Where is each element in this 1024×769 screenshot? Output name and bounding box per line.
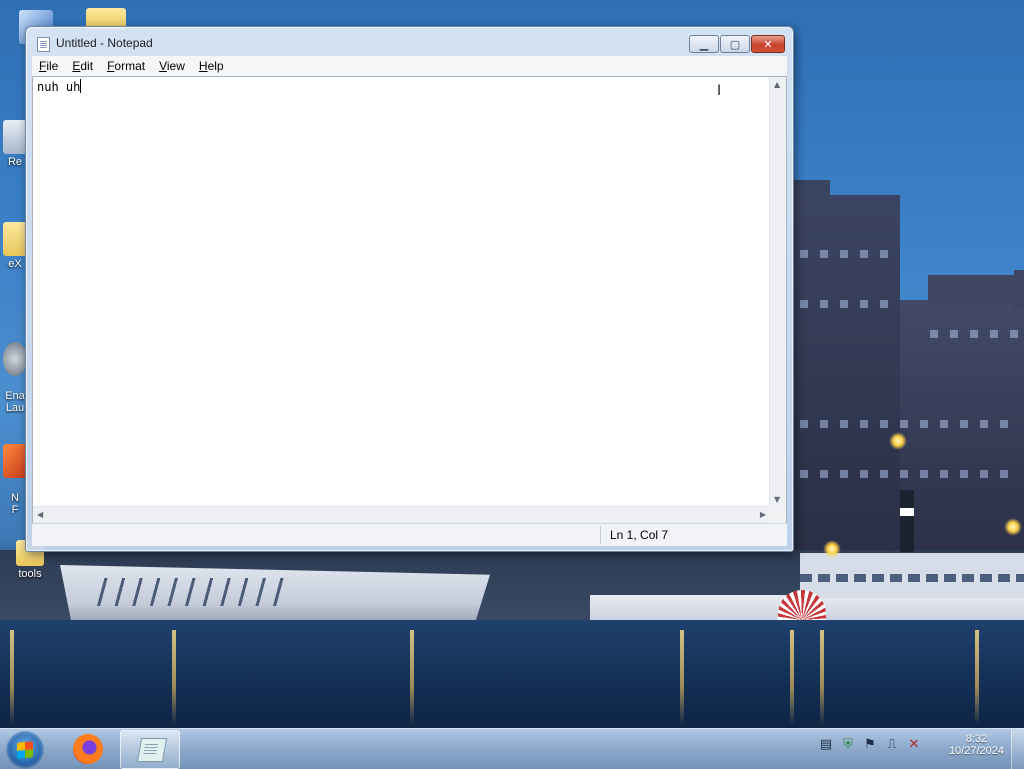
taskbar-notepad[interactable]	[120, 730, 180, 769]
menu-format[interactable]: Format	[100, 59, 152, 73]
clock[interactable]: 8:32 10/27/2024	[949, 733, 1004, 757]
wallpaper-ship-deck	[90, 578, 290, 606]
minimize-icon: ▁	[699, 37, 709, 51]
desktop-icon-label: tools	[18, 568, 42, 580]
maximize-icon: ▢	[729, 37, 741, 51]
text-caret	[80, 79, 82, 93]
ibeam-cursor-icon: I	[717, 83, 722, 99]
scroll-left-icon[interactable]: ◀	[37, 510, 43, 519]
wallpaper-chimney	[900, 490, 914, 552]
menu-help[interactable]: Help	[192, 59, 231, 73]
wallpaper-reflection	[680, 630, 684, 725]
status-bar: Ln 1, Col 7	[32, 523, 787, 546]
scroll-up-icon[interactable]: ▲	[774, 80, 780, 89]
menu-file-label: ile	[46, 59, 59, 73]
wallpaper-building	[790, 180, 900, 555]
maximize-button[interactable]: ▢	[720, 35, 750, 53]
clock-time: 8:32	[965, 733, 988, 745]
notepad-window[interactable]: Untitled - Notepad ▁ ▢ ✕ File Edit Forma…	[25, 26, 794, 552]
wallpaper-reflection	[820, 630, 824, 725]
security-shield-icon[interactable]: ⛨	[840, 737, 856, 753]
menu-view-label: iew	[166, 59, 185, 73]
minimize-button[interactable]: ▁	[689, 35, 719, 53]
network-icon[interactable]: ⎍	[884, 737, 900, 753]
show-desktop-button[interactable]	[1011, 729, 1024, 769]
wallpaper-reflection	[172, 630, 176, 725]
wallpaper-windows	[800, 470, 1010, 478]
wallpaper-water	[0, 620, 1024, 728]
vertical-scrollbar[interactable]: ▲ ▼	[769, 77, 786, 507]
window-title: Untitled - Notepad	[56, 36, 153, 50]
wallpaper-reflection	[790, 630, 794, 725]
editor-text: nuh uh	[37, 80, 81, 94]
windows-logo-icon	[17, 741, 33, 759]
scroll-right-icon[interactable]: ▶	[760, 510, 766, 519]
wallpaper-reflection	[10, 630, 14, 725]
firefox-icon	[73, 734, 103, 764]
wallpaper-reflection	[975, 630, 979, 725]
cursor-position: Ln 1, Col 7	[610, 528, 669, 542]
volume-muted-icon[interactable]: ✕	[906, 737, 922, 753]
app-icon	[3, 342, 27, 376]
close-button[interactable]: ✕	[751, 35, 785, 53]
title-bar[interactable]: Untitled - Notepad ▁ ▢ ✕	[26, 27, 793, 57]
wallpaper-windows	[930, 330, 1020, 338]
clock-date: 10/27/2024	[948, 745, 1004, 757]
recycle-bin-icon	[3, 120, 27, 154]
folder-icon	[3, 222, 27, 256]
notepad-icon	[136, 738, 168, 762]
scrollbar-corner	[770, 507, 786, 523]
menu-view[interactable]: View	[152, 59, 192, 73]
menu-help-accelerator: H	[198, 59, 208, 73]
text-editor[interactable]: nuh uh I ▲ ▼ ◀ ▶	[32, 76, 787, 524]
caption-buttons: ▁ ▢ ✕	[688, 35, 785, 53]
wallpaper-windows	[800, 250, 890, 258]
wallpaper-reflection	[410, 630, 414, 725]
document-icon[interactable]: ▤	[818, 737, 834, 753]
wallpaper-ship-windows	[800, 574, 1024, 582]
wallpaper-street-light	[889, 432, 907, 450]
wallpaper-street-light	[1004, 518, 1022, 536]
menu-edit-label: dit	[80, 59, 94, 73]
menu-bar: File Edit Format View Help	[32, 56, 787, 77]
editor-content[interactable]: nuh uh	[37, 79, 82, 94]
wallpaper-windows	[800, 300, 890, 308]
wallpaper-tower	[1014, 270, 1024, 310]
menu-view-accelerator: V	[159, 59, 167, 73]
taskbar-firefox[interactable]	[60, 730, 118, 767]
system-tray: ▤ ⛨ ⚑ ⎍ ✕	[818, 737, 922, 753]
scroll-down-icon[interactable]: ▼	[774, 495, 780, 504]
taskbar: ▤ ⛨ ⚑ ⎍ ✕ 8:32 10/27/2024	[0, 728, 1024, 769]
menu-format-label: ormat	[114, 59, 146, 73]
horizontal-scrollbar[interactable]: ◀ ▶	[33, 506, 770, 523]
start-button[interactable]	[6, 731, 44, 769]
menu-help-label: elp	[207, 59, 224, 73]
menu-file[interactable]: File	[32, 59, 65, 73]
app-icon	[3, 444, 27, 478]
wallpaper-windows	[800, 420, 1010, 428]
action-center-flag-icon[interactable]: ⚑	[862, 737, 878, 753]
status-divider	[600, 526, 601, 544]
wallpaper-street-light	[823, 540, 841, 558]
close-icon: ✕	[763, 37, 773, 51]
notepad-icon	[37, 37, 50, 52]
menu-edit[interactable]: Edit	[65, 59, 100, 73]
